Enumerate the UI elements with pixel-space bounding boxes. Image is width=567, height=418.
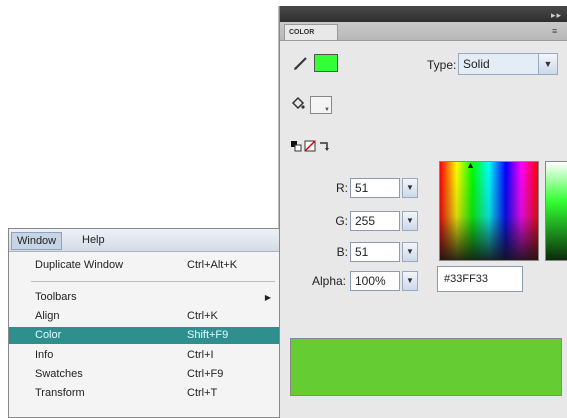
collapse-icon[interactable]: ▸▸ bbox=[551, 10, 562, 21]
chevron-down-icon[interactable]: ▼ bbox=[402, 242, 418, 262]
menu-bar: Window Help bbox=[9, 229, 279, 252]
r-field[interactable]: 51 bbox=[350, 178, 400, 198]
menu-item-shortcut: Ctrl+T bbox=[187, 387, 218, 399]
g-field[interactable]: 255 bbox=[350, 211, 400, 231]
menu-item-color[interactable]: Color Shift+F9 bbox=[9, 327, 279, 344]
menu-item-shortcut: Ctrl+K bbox=[187, 310, 218, 322]
alpha-field[interactable]: 100% bbox=[350, 271, 400, 291]
stroke-color-swatch[interactable] bbox=[314, 54, 338, 72]
hex-input[interactable]: #33FF33 bbox=[437, 266, 523, 292]
panel-title-bar[interactable]: ▸▸ bbox=[280, 6, 567, 22]
chevron-down-icon[interactable]: ▼ bbox=[402, 271, 418, 291]
color-preview bbox=[290, 338, 562, 396]
menu-item-shortcut: Ctrl+Alt+K bbox=[187, 259, 238, 271]
menu-item-info[interactable]: Info Ctrl+I bbox=[9, 347, 279, 364]
b-label: B: bbox=[336, 245, 348, 259]
paint-bucket-icon[interactable] bbox=[290, 96, 306, 112]
window-menu: Window Help Duplicate Window Ctrl+Alt+K … bbox=[8, 228, 280, 418]
brightness-slider[interactable] bbox=[545, 161, 567, 261]
chevron-down-icon[interactable]: ▼ bbox=[324, 107, 330, 113]
menu-item-label: Transform bbox=[35, 387, 85, 399]
menu-item-label: Swatches bbox=[35, 368, 83, 380]
menu-window[interactable]: Window bbox=[11, 232, 63, 250]
panel-tab-bar: COLOR ≡ bbox=[280, 22, 567, 41]
r-label: R: bbox=[336, 181, 348, 195]
spectrum-marker-icon: ▲ bbox=[466, 160, 475, 170]
menu-item-label: Align bbox=[35, 310, 60, 322]
menu-item-align[interactable]: Align Ctrl+K bbox=[9, 308, 279, 325]
pencil-icon[interactable] bbox=[292, 54, 310, 72]
chevron-down-icon[interactable]: ▼ bbox=[538, 54, 557, 74]
no-color-icon[interactable] bbox=[304, 140, 316, 152]
menu-separator bbox=[31, 281, 275, 282]
menu-item-transform[interactable]: Transform Ctrl+T bbox=[9, 385, 279, 402]
menu-item-label: Info bbox=[35, 349, 54, 361]
color-spectrum-picker[interactable]: ▲ bbox=[439, 161, 539, 261]
menu-item-shortcut: Shift+F9 bbox=[187, 329, 229, 341]
panel-menu-icon[interactable]: ≡ bbox=[552, 26, 564, 36]
menu-item-shortcut: Ctrl+F9 bbox=[187, 368, 224, 380]
menu-item-label: Duplicate Window bbox=[35, 259, 124, 271]
menu-item-shortcut: Ctrl+I bbox=[187, 349, 214, 361]
submenu-arrow-icon: ▶ bbox=[264, 293, 271, 302]
swap-colors-icon[interactable] bbox=[318, 140, 330, 152]
menu-item-duplicate-window[interactable]: Duplicate Window Ctrl+Alt+K bbox=[9, 257, 279, 274]
chevron-down-icon[interactable]: ▼ bbox=[402, 178, 418, 198]
menu-item-label: Toolbars bbox=[35, 291, 77, 303]
chevron-down-icon[interactable]: ▼ bbox=[402, 211, 418, 231]
type-value: Solid bbox=[463, 57, 490, 71]
alpha-label: Alpha: bbox=[311, 274, 346, 288]
b-field[interactable]: 51 bbox=[350, 242, 400, 262]
tab-color[interactable]: COLOR bbox=[284, 24, 338, 40]
black-white-icon[interactable] bbox=[290, 140, 302, 152]
menu-item-toolbars[interactable]: Toolbars ▶ bbox=[9, 289, 279, 306]
g-label: G: bbox=[335, 214, 348, 228]
menu-help[interactable]: Help bbox=[77, 232, 110, 248]
type-label: Type: bbox=[427, 58, 457, 72]
color-panel: ▸▸ COLOR ≡ Type: Solid ▼ ▼ R: 51 ▼ G: 25… bbox=[279, 6, 567, 418]
type-dropdown[interactable]: Solid ▼ bbox=[458, 53, 558, 75]
menu-item-swatches[interactable]: Swatches Ctrl+F9 bbox=[9, 366, 279, 383]
menu-item-label: Color bbox=[35, 329, 62, 341]
